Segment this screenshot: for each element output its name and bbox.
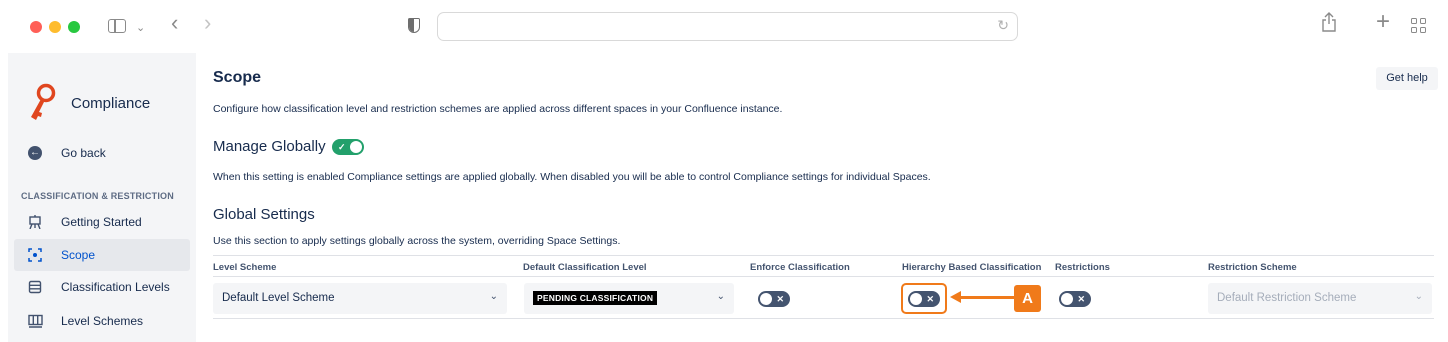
manage-globally-title: Manage Globally bbox=[213, 138, 326, 155]
scope-icon bbox=[24, 248, 46, 262]
toggle-knob bbox=[1061, 293, 1073, 305]
app-name: Compliance bbox=[71, 95, 151, 112]
section-label: CLASSIFICATION & RESTRICTION bbox=[21, 191, 174, 201]
enforce-classification-toggle[interactable]: ✕ bbox=[758, 291, 790, 307]
column-header-default-classification: Default Classification Level bbox=[523, 262, 647, 273]
new-tab-icon[interactable]: + bbox=[1376, 10, 1390, 34]
toggle-knob bbox=[350, 141, 362, 153]
get-help-button[interactable]: Get help bbox=[1376, 67, 1438, 90]
list-icon bbox=[24, 280, 46, 294]
level-scheme-select[interactable]: Default Level Scheme ⌄ bbox=[213, 283, 507, 314]
cross-icon: ✕ bbox=[776, 294, 784, 304]
sidebar-item-classification-levels[interactable]: Classification Levels bbox=[14, 271, 190, 303]
key-icon bbox=[31, 83, 56, 120]
manage-globally-toggle[interactable]: ✓ bbox=[332, 139, 364, 155]
sidebar-item-level-schemes[interactable]: Level Schemes bbox=[14, 305, 190, 337]
share-icon[interactable] bbox=[1321, 12, 1337, 38]
go-back-label: Go back bbox=[61, 146, 106, 160]
chevron-down-icon[interactable]: ⌄ bbox=[136, 16, 145, 40]
sidebar-item-label: Level Schemes bbox=[61, 314, 144, 328]
cross-icon: ✕ bbox=[1077, 294, 1085, 304]
classification-lozenge: PENDING CLASSIFICATION bbox=[533, 291, 658, 305]
chevron-down-icon: ⌄ bbox=[716, 291, 725, 302]
app-sidebar: Compliance ← Go back CLASSIFICATION & RE… bbox=[8, 53, 196, 342]
sidebar-item-scope[interactable]: Scope bbox=[14, 239, 190, 271]
restrictions-toggle[interactable]: ✕ bbox=[1059, 291, 1091, 307]
manage-globally-description: When this setting is enabled Compliance … bbox=[213, 171, 931, 183]
level-scheme-value: Default Level Scheme bbox=[222, 292, 335, 304]
toggle-knob bbox=[760, 293, 772, 305]
easel-icon bbox=[24, 215, 46, 229]
close-window-button[interactable] bbox=[30, 21, 42, 33]
chevron-down-icon: ⌄ bbox=[489, 291, 498, 302]
global-settings-description: Use this section to apply settings globa… bbox=[213, 235, 621, 247]
go-back-link[interactable]: ← Go back bbox=[14, 137, 190, 169]
reload-icon[interactable]: ↻ bbox=[997, 17, 1009, 34]
minimize-window-button[interactable] bbox=[49, 21, 61, 33]
shield-icon[interactable] bbox=[408, 18, 420, 33]
table-divider bbox=[213, 318, 1434, 319]
check-icon: ✓ bbox=[338, 142, 346, 152]
columns-icon bbox=[24, 314, 46, 328]
default-classification-select[interactable]: PENDING CLASSIFICATION ⌄ bbox=[524, 283, 734, 314]
restriction-scheme-value: Default Restriction Scheme bbox=[1217, 292, 1357, 304]
sidebar-icon[interactable] bbox=[108, 19, 126, 33]
callout-label: A bbox=[1014, 285, 1041, 312]
column-header-hierarchy-classification: Hierarchy Based Classification bbox=[902, 262, 1042, 273]
column-header-enforce-classification: Enforce Classification bbox=[750, 262, 850, 273]
tab-overview-icon[interactable] bbox=[1411, 18, 1427, 34]
table-divider bbox=[213, 255, 1434, 256]
address-bar[interactable]: ↻ bbox=[437, 12, 1018, 41]
restriction-scheme-select[interactable]: Default Restriction Scheme ⌄ bbox=[1208, 283, 1432, 314]
main-content: Scope Get help Configure how classificat… bbox=[213, 53, 1448, 342]
column-header-restriction-scheme: Restriction Scheme bbox=[1208, 262, 1297, 273]
column-header-restrictions: Restrictions bbox=[1055, 262, 1110, 273]
sidebar-item-label: Scope bbox=[61, 248, 96, 262]
column-header-level-scheme: Level Scheme bbox=[213, 262, 277, 273]
back-arrow-icon: ← bbox=[28, 146, 42, 160]
forward-icon[interactable]: › bbox=[204, 11, 211, 35]
manage-globally-label: Manage Globally bbox=[213, 138, 326, 155]
page-description: Configure how classification level and r… bbox=[213, 103, 783, 115]
table-divider bbox=[213, 276, 1434, 277]
sidebar-item-getting-started[interactable]: Getting Started bbox=[14, 206, 190, 238]
annotation-arrow bbox=[959, 296, 1014, 299]
chevron-down-icon: ⌄ bbox=[1414, 291, 1423, 302]
zoom-window-button[interactable] bbox=[68, 21, 80, 33]
sidebar-item-label: Classification Levels bbox=[61, 280, 170, 294]
browser-toolbar: ⌄ ‹ › ↻ + bbox=[0, 0, 1448, 52]
back-icon[interactable]: ‹ bbox=[171, 11, 178, 35]
global-settings-title: Global Settings bbox=[213, 206, 315, 223]
cross-icon: ✕ bbox=[926, 294, 934, 304]
hierarchy-classification-toggle[interactable]: ✕ bbox=[908, 291, 940, 307]
sidebar-item-label: Getting Started bbox=[61, 215, 142, 229]
toggle-knob bbox=[910, 293, 922, 305]
page-title: Scope bbox=[213, 69, 262, 86]
